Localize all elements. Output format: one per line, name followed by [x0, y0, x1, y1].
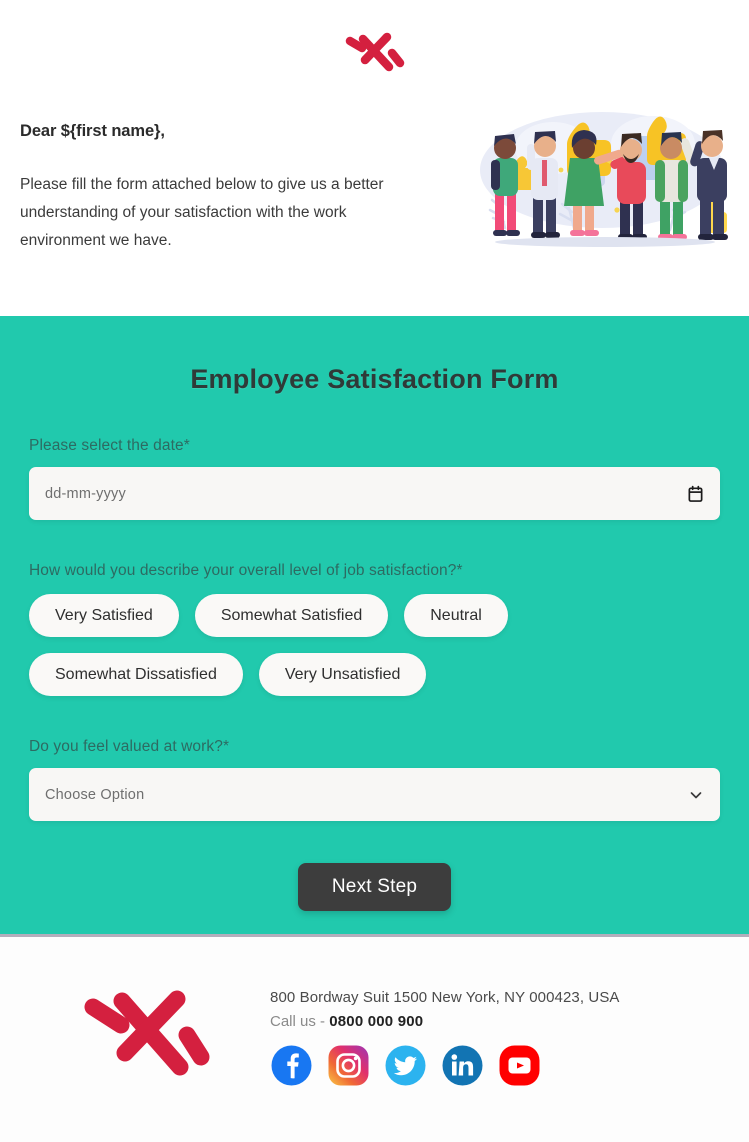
valued-question-block: Do you feel valued at work?* Choose Opti…: [29, 738, 720, 821]
satisfaction-question-block: How would you describe your overall leve…: [29, 562, 720, 696]
twitter-icon[interactable]: [384, 1044, 427, 1087]
submit-row: Next Step: [29, 863, 720, 911]
chevron-down-icon[interactable]: [688, 787, 704, 803]
footer-logo-container: [20, 959, 270, 1095]
employee-satisfaction-form: Employee Satisfaction Form Please select…: [0, 316, 749, 934]
date-input-placeholder: dd-mm-yyyy: [45, 485, 126, 502]
form-title: Employee Satisfaction Form: [190, 364, 559, 394]
facebook-icon[interactable]: [270, 1044, 313, 1087]
email-header: Dear ${first name}, Please fill the form…: [0, 0, 749, 316]
footer-brand-logo-x-mark: [84, 990, 210, 1076]
email-footer: 800 Bordway Suit 1500 New York, NY 00042…: [0, 937, 749, 1142]
youtube-icon[interactable]: [498, 1044, 541, 1087]
footer-contact-info: 800 Bordway Suit 1500 New York, NY 00042…: [270, 959, 620, 1087]
date-field-block: Please select the date* dd-mm-yyyy: [29, 437, 720, 520]
linkedin-icon[interactable]: [441, 1044, 484, 1087]
footer-call-prefix: Call us -: [270, 1013, 326, 1030]
satisfaction-question-label: How would you describe your overall leve…: [29, 562, 463, 579]
option-very-satisfied[interactable]: Very Satisfied: [29, 594, 179, 637]
option-very-unsatisfied[interactable]: Very Unsatisfied: [258, 653, 427, 696]
intro-paragraph: Please fill the form attached below to g…: [20, 176, 384, 249]
option-somewhat-satisfied[interactable]: Somewhat Satisfied: [194, 594, 389, 637]
next-step-button[interactable]: Next Step: [297, 863, 452, 911]
instagram-icon[interactable]: [327, 1044, 370, 1087]
footer-call-line: Call us - 0800 000 900: [270, 1013, 620, 1030]
email-page: Dear ${first name}, Please fill the form…: [0, 0, 749, 1142]
valued-question-label: Do you feel valued at work?*: [29, 738, 230, 755]
header-body: Dear ${first name}, Please fill the form…: [0, 92, 749, 316]
date-field-label: Please select the date*: [29, 437, 190, 454]
option-neutral[interactable]: Neutral: [404, 594, 508, 637]
footer-address: 800 Bordway Suit 1500 New York, NY 00042…: [270, 989, 620, 1006]
brand-logo-x-mark: [345, 32, 404, 72]
footer-phone-number[interactable]: 0800 000 900: [329, 1013, 423, 1030]
option-somewhat-dissatisfied[interactable]: Somewhat Dissatisfied: [29, 653, 243, 696]
header-logo-container: [0, 26, 749, 92]
satisfaction-options-group: Very Satisfied Somewhat Satisfied Neutra…: [29, 594, 720, 696]
valued-select-value: Choose Option: [45, 786, 145, 803]
calendar-icon[interactable]: [687, 485, 704, 503]
people-thumbs-up-illustration: [480, 112, 728, 247]
social-links-row: [270, 1044, 620, 1087]
date-input[interactable]: dd-mm-yyyy: [29, 467, 720, 520]
valued-select[interactable]: Choose Option: [29, 768, 720, 821]
